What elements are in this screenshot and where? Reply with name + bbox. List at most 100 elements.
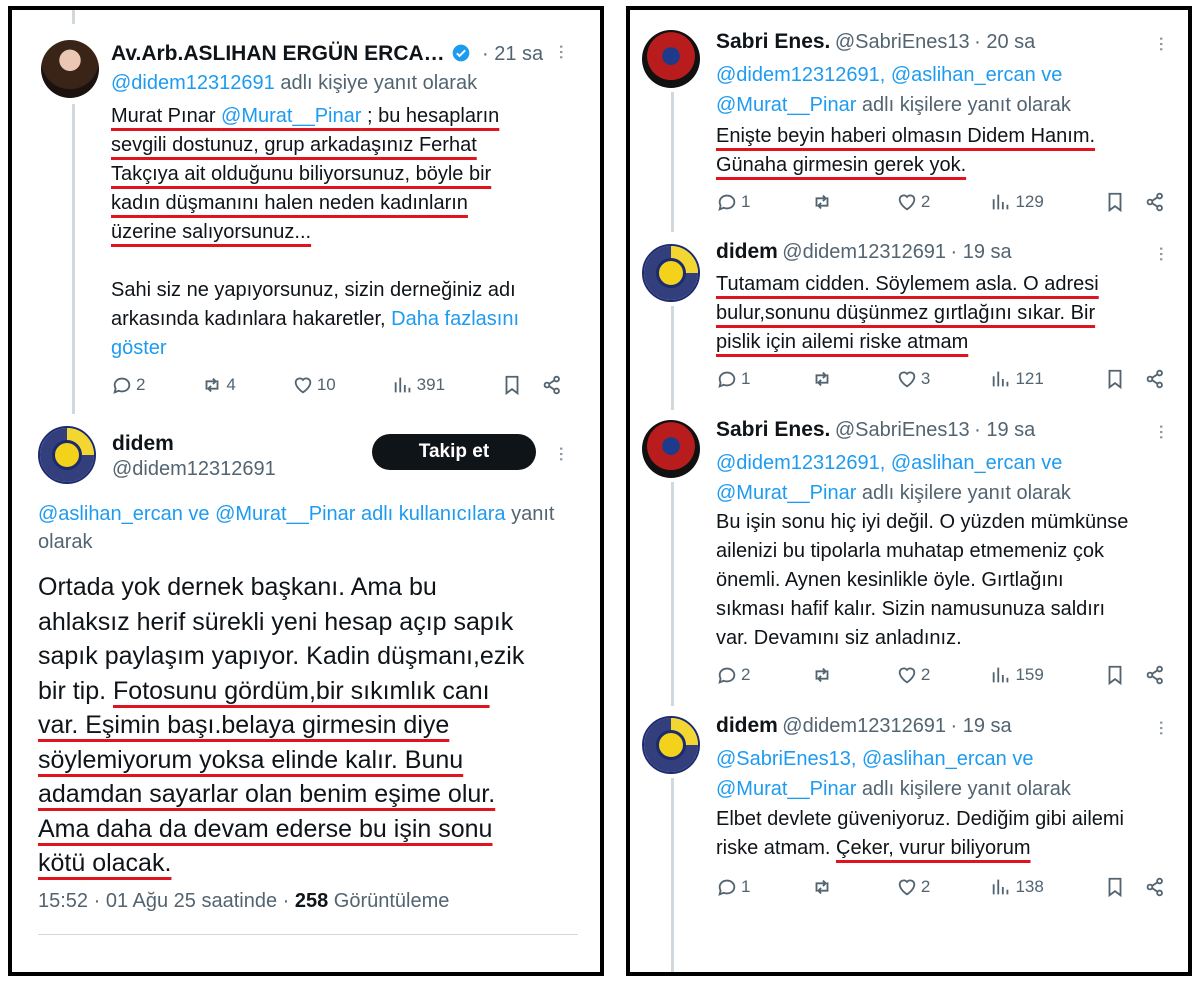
avatar[interactable] — [642, 30, 700, 88]
author-name[interactable]: didem — [112, 432, 174, 456]
tweet-timestamp: 15:52 · 01 Ağu 25 saatinde · 258 Görüntü… — [38, 890, 449, 913]
like-button[interactable]: 3 — [896, 368, 930, 390]
author-handle[interactable]: @didem12312691 — [112, 458, 276, 481]
share-button[interactable] — [1144, 876, 1166, 898]
avatar[interactable] — [38, 426, 96, 484]
views-button[interactable]: 159 — [990, 664, 1044, 686]
author-handle[interactable]: @SabriEnes13 — [835, 31, 970, 53]
author-name[interactable]: Sabri Enes. — [716, 30, 830, 53]
reply-mentions-link[interactable]: @Murat__Pinar — [716, 94, 856, 116]
timestamp[interactable]: · 21 sa — [482, 43, 543, 66]
reply-button[interactable]: 2 — [716, 664, 750, 686]
retweet-button[interactable] — [811, 664, 836, 686]
avatar[interactable] — [41, 40, 99, 98]
share-button[interactable] — [1144, 191, 1166, 213]
like-icon — [896, 876, 918, 898]
retweet-button[interactable]: 4 — [201, 374, 236, 396]
reply-button[interactable]: 1 — [716, 191, 750, 213]
divider — [38, 934, 578, 935]
reply-context-text: adlı kişilere yanıt olarak — [856, 482, 1071, 504]
views-icon — [990, 876, 1012, 898]
retweet-button[interactable] — [811, 368, 836, 390]
text-line: Takçıya ait olduğunu biliyorsunuz, böyle… — [111, 163, 492, 185]
reply-button[interactable]: 2 — [111, 374, 145, 396]
avatar[interactable] — [642, 244, 700, 302]
bookmark-icon — [501, 374, 523, 396]
views-count: 121 — [1015, 369, 1044, 388]
reply-count: 1 — [741, 877, 751, 896]
reply-icon — [716, 191, 738, 213]
text-line: Tutamam cidden. Söylemem asla. O adresi — [716, 273, 1099, 295]
bookmark-button[interactable] — [501, 374, 523, 396]
views-count: 129 — [1015, 192, 1044, 211]
text-line: kadın düşmanını halen neden kadınların — [111, 192, 468, 214]
bookmark-button[interactable] — [1104, 368, 1126, 390]
more-icon[interactable]: ··· — [1149, 719, 1175, 735]
reply-mentions-link[interactable]: @didem12312691, @aslihan_ercan ve — [716, 448, 1071, 478]
author-handle[interactable]: @SabriEnes13 — [835, 419, 970, 441]
avatar[interactable] — [642, 420, 700, 478]
reply-mentions-link[interactable]: @aslihan_ercan ve @Murat__Pinar adlı kul… — [38, 503, 506, 525]
timestamp[interactable]: · 19 sa — [974, 419, 1035, 441]
author-name[interactable]: Av.Arb.ASLIHAN ERGÜN ERCA… — [111, 42, 471, 66]
tweet-text: Bu işin sonu hiç iyi değil. O yüzden müm… — [716, 508, 1128, 653]
text-line: var. Eşimin başı.belaya girmesin diye — [38, 711, 450, 739]
reply-mentions-link[interactable]: @SabriEnes13, @aslihan_ercan ve — [716, 744, 1071, 774]
bookmark-icon — [1104, 664, 1126, 686]
author-name[interactable]: Sabri Enes. — [716, 418, 830, 441]
timestamp-text[interactable]: 15:52 · 01 Ağu 25 saatinde · — [38, 890, 295, 912]
avatar[interactable] — [642, 716, 700, 774]
author-handle[interactable]: @didem12312691 — [782, 715, 946, 737]
follow-button[interactable]: Takip et — [372, 434, 536, 470]
reply-icon — [716, 368, 738, 390]
like-button[interactable]: 2 — [896, 876, 930, 898]
share-button[interactable] — [541, 374, 563, 396]
text-line: pislik için ailemi riske atmam — [716, 331, 969, 353]
retweet-button[interactable] — [811, 191, 836, 213]
reply-count: 1 — [741, 369, 751, 388]
text-line: önemli. Aynen kesinlikle öyle. Gırtlağın… — [716, 569, 1064, 591]
share-button[interactable] — [1144, 368, 1166, 390]
reply-mentions-link[interactable]: @didem12312691, @aslihan_ercan ve — [716, 60, 1071, 90]
views-button[interactable]: 129 — [990, 191, 1044, 213]
reply-context: @aslihan_ercan ve @Murat__Pinar adlı kul… — [38, 500, 588, 556]
reply-handle-link[interactable]: @didem12312691 — [111, 72, 275, 94]
share-button[interactable] — [1144, 664, 1166, 686]
text-line: Ama daha da devam ederse bu işin sonu — [38, 814, 493, 843]
like-count: 2 — [920, 665, 931, 684]
views-icon — [990, 191, 1012, 213]
bookmark-button[interactable] — [1104, 191, 1126, 213]
timestamp[interactable]: · 19 sa — [951, 241, 1012, 263]
timestamp[interactable]: · 19 sa — [951, 715, 1012, 737]
timestamp[interactable]: · 20 sa — [974, 31, 1035, 53]
mention-link[interactable]: @Murat__Pinar — [221, 105, 361, 127]
retweet-button[interactable] — [811, 876, 836, 898]
more-icon[interactable]: ··· — [549, 43, 575, 59]
author-name[interactable]: didem — [716, 240, 778, 263]
bookmark-button[interactable] — [1104, 876, 1126, 898]
views-button[interactable]: 391 — [392, 374, 445, 396]
reply-mentions-link[interactable]: @Murat__Pinar — [716, 482, 856, 504]
reply-mentions-link[interactable]: @Murat__Pinar — [716, 778, 856, 800]
reply-button[interactable]: 1 — [716, 876, 750, 898]
like-button[interactable]: 2 — [896, 664, 930, 686]
author-name-text[interactable]: Av.Arb.ASLIHAN ERGÜN ERCA… — [111, 42, 445, 65]
bookmark-button[interactable] — [1104, 664, 1126, 686]
reply-button[interactable]: 1 — [716, 368, 750, 390]
views-button[interactable]: 121 — [990, 368, 1044, 390]
like-button[interactable]: 2 — [896, 191, 930, 213]
show-more-link[interactable]: Daha fazlasını — [391, 308, 519, 330]
author-handle[interactable]: @didem12312691 — [782, 241, 946, 263]
more-icon[interactable]: ··· — [1149, 423, 1175, 439]
thread-line — [72, 10, 75, 24]
like-button[interactable]: 10 — [292, 374, 336, 396]
author-name[interactable]: didem — [716, 714, 778, 737]
show-more-link[interactable]: göster — [111, 334, 519, 363]
more-icon[interactable]: ··· — [1149, 35, 1175, 51]
reply-context: @SabriEnes13, @aslihan_ercan ve @Murat__… — [716, 744, 1071, 804]
more-icon[interactable]: ··· — [1149, 245, 1175, 261]
text-line: Ortada yok dernek başkanı. Ama bu — [38, 573, 437, 601]
more-icon[interactable]: ··· — [549, 445, 575, 461]
tweet-actions: 1 3 121 — [716, 368, 1166, 390]
views-button[interactable]: 138 — [990, 876, 1044, 898]
